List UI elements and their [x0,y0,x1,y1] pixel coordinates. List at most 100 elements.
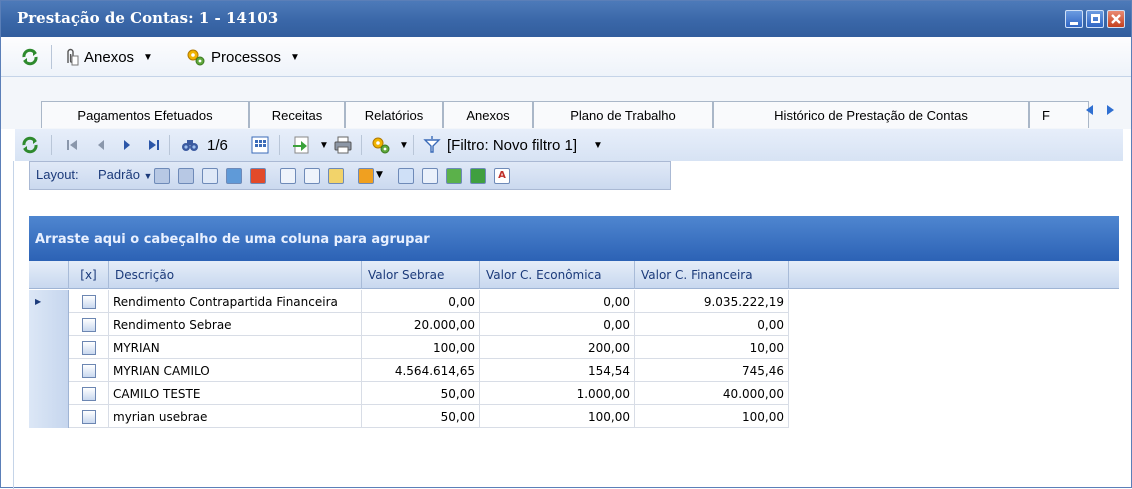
toolbar-separator [361,135,362,155]
grid-view-button[interactable] [251,134,269,156]
chevron-down-icon: ▼ [593,139,603,151]
tab-label: Pagamentos Efetuados [77,107,213,123]
filter-icon [423,136,441,153]
find-button[interactable] [181,134,199,156]
chart-icon[interactable] [358,168,374,184]
prev-record-button[interactable] [95,134,107,156]
print-button[interactable] [333,134,353,156]
descricao-cell: myrian usebrae [109,405,362,428]
export-button[interactable]: ▼ [291,134,329,156]
table-row[interactable]: MYRIAN CAMILO 4.564.614,65 154,54 745,46 [29,359,789,382]
tab-anexos[interactable]: Anexos [443,101,533,128]
close-icon[interactable] [1107,10,1125,28]
arrow-right-icon[interactable] [1103,103,1117,117]
next-record-button[interactable] [121,134,133,156]
column-header-valor-economica[interactable]: Valor C. Econômica [480,261,635,289]
tab-plano-de-trabalho[interactable]: Plano de Trabalho [533,101,713,128]
row-select-cell [69,359,109,382]
valor-sebrae-cell: 50,00 [362,405,480,428]
grid-refresh-button[interactable] [21,134,39,156]
layout-import-icon[interactable] [226,168,242,184]
valor-economica-cell: 0,00 [480,290,635,313]
save-layout-icon[interactable] [154,168,170,184]
row-select-cell [69,313,109,336]
summary-icon[interactable] [304,168,320,184]
row-checkbox[interactable] [81,409,96,424]
filter-label: [Filtro: Novo filtro 1] [447,136,578,154]
row-indicator [29,336,69,359]
column-header-select[interactable]: [x] [69,261,109,289]
grid-body: ▶ Rendimento Contrapartida Financeira 0,… [29,290,789,428]
row-checkbox[interactable] [81,294,96,309]
anexos-menu[interactable]: Anexos ▼ [63,46,153,68]
valor-economica-cell: 100,00 [480,405,635,428]
layout-select[interactable]: Padrão ▼ [98,167,152,182]
table-row[interactable]: CAMILO TESTE 50,00 1.000,00 40.000,00 [29,382,789,405]
tab-label: Histórico de Prestação de Contas [774,107,968,123]
auto-filter-icon[interactable] [328,168,344,184]
view-columns-icon[interactable] [398,168,414,184]
tab-receitas[interactable]: Receitas [249,101,345,128]
main-toolbar: Anexos ▼ Processos ▼ [1,37,1131,77]
table-row[interactable]: MYRIAN 100,00 200,00 10,00 [29,336,789,359]
processos-menu[interactable]: Processos ▼ [186,46,300,68]
chevron-down-icon: ▼ [290,51,300,63]
chevron-down-icon: ▼ [319,139,329,151]
chevron-down-icon: ▼ [376,170,383,180]
view-dark-green-icon[interactable] [470,168,486,184]
row-indicator [29,359,69,382]
font-icon[interactable]: A [494,168,510,184]
gears-icon [187,49,205,66]
column-header-valor-financeira[interactable]: Valor C. Financeira [635,261,789,289]
group-panel-icon[interactable] [280,168,296,184]
row-checkbox[interactable] [81,386,96,401]
current-row-icon: ▶ [35,297,42,306]
record-position: 1/6 [207,134,228,156]
first-record-button[interactable] [65,134,79,156]
refresh-button[interactable] [21,46,39,68]
binoculars-icon [182,140,198,151]
layout-up-icon[interactable] [250,168,266,184]
panel-border [13,161,14,489]
valor-sebrae-cell: 100,00 [362,336,480,359]
tab-label: Relatórios [364,107,424,123]
group-by-area[interactable]: Arraste aqui o cabeçalho de uma coluna p… [29,216,1119,261]
descricao-cell: Rendimento Sebrae [109,313,362,336]
minimize-icon[interactable] [1065,10,1083,28]
view-rows-icon[interactable] [422,168,438,184]
table-row[interactable]: Rendimento Sebrae 20.000,00 0,00 0,00 [29,313,789,336]
table-row[interactable]: ▶ Rendimento Contrapartida Financeira 0,… [29,290,789,313]
maximize-icon[interactable] [1086,10,1104,28]
anexos-label: Anexos [84,48,135,66]
tab-pagamentos-efetuados[interactable]: Pagamentos Efetuados [41,101,249,128]
row-indicator [29,382,69,405]
column-header-valor-sebrae[interactable]: Valor Sebrae [362,261,480,289]
descricao-cell: CAMILO TESTE [109,382,362,405]
valor-financeira-cell: 10,00 [635,336,789,359]
column-header-descricao[interactable]: Descrição [109,261,362,289]
column-label: Descrição [115,268,175,282]
filter-dropdown[interactable]: [Filtro: Novo filtro 1] ▼ [423,134,603,156]
printer-icon [334,136,352,154]
tab-label: Receitas [271,107,323,123]
row-checkbox[interactable] [81,317,96,332]
tab-relatorios[interactable]: Relatórios [345,101,443,128]
tab-overflow[interactable]: F [1029,101,1089,128]
column-label: Valor C. Financeira [641,268,753,282]
row-checkbox[interactable] [81,340,96,355]
refresh-icon [22,136,38,154]
layout-grid-icon[interactable] [202,168,218,184]
last-record-button[interactable] [147,134,161,156]
valor-sebrae-cell: 4.564.614,65 [362,359,480,382]
load-layout-icon[interactable] [178,168,194,184]
view-green-icon[interactable] [446,168,462,184]
title-bar: Prestação de Contas: 1 - 14103 [1,1,1131,37]
grid-process-button[interactable]: ▼ [371,134,409,156]
row-indicator-header [29,261,69,289]
tab-historico[interactable]: Histórico de Prestação de Contas [713,101,1029,128]
valor-financeira-cell: 100,00 [635,405,789,428]
arrow-left-icon[interactable] [1083,103,1097,117]
table-row[interactable]: myrian usebrae 50,00 100,00 100,00 [29,405,789,428]
row-checkbox[interactable] [81,363,96,378]
row-select-cell [69,382,109,405]
